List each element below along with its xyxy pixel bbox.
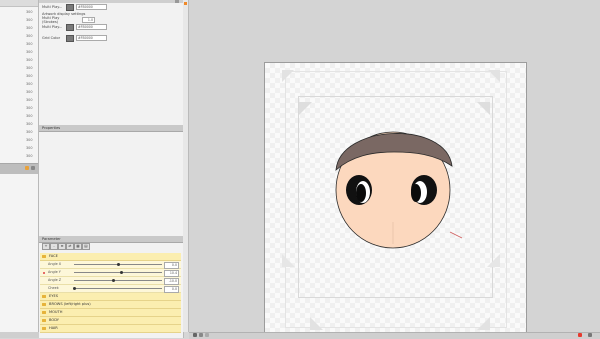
param-group[interactable]: BROWS (left/right plus)	[40, 301, 181, 309]
keyform-dot-icon[interactable]	[43, 271, 45, 274]
param-toolbar-button[interactable]: +	[42, 243, 50, 250]
param-value-field[interactable]: 10.4	[164, 270, 179, 277]
param-group[interactable]: BODY	[40, 317, 181, 325]
corner-handle-icon[interactable]	[299, 102, 312, 115]
left-pupil	[356, 184, 366, 202]
prop-label: Multi Play...	[42, 5, 63, 9]
group-label: BROWS (left/right plus)	[49, 302, 91, 306]
corner-handle-icon[interactable]	[282, 254, 295, 267]
param-name: Angle X	[48, 262, 62, 266]
color-swatch[interactable]	[66, 3, 74, 11]
param-slider-knob[interactable]	[116, 262, 120, 266]
number-field[interactable]: 1.0	[82, 16, 95, 24]
color-swatch[interactable]	[66, 23, 74, 31]
group-label: EYES	[49, 294, 59, 298]
folder-icon[interactable]	[25, 166, 29, 170]
folder-icon	[42, 294, 46, 298]
inspector-panel: Multi Play... #FB0000 Artwork display se…	[39, 0, 184, 125]
group-label: FACE	[49, 254, 58, 258]
prop-row: Grid Color #FB0000	[42, 34, 107, 42]
right-pupil	[411, 184, 421, 202]
inspector-header	[39, 0, 183, 3]
properties-panel-header: Properties	[39, 125, 183, 132]
color-field[interactable]: #FB0000	[76, 3, 107, 11]
param-slider-knob[interactable]	[72, 286, 76, 290]
grid-icon[interactable]	[199, 333, 203, 337]
prop-row: Multi Play (Strokes) 1.0	[42, 16, 95, 24]
panel-menu-icon[interactable]	[175, 0, 179, 3]
param-name: Cheek	[48, 286, 59, 290]
param-slider-track[interactable]	[74, 288, 162, 289]
corner-handle-icon[interactable]	[488, 70, 500, 82]
folder-icon	[42, 326, 46, 330]
param-row[interactable]: Angle Z -10.0	[40, 277, 181, 285]
param-group[interactable]: FACE	[40, 253, 181, 261]
param-toolbar-button[interactable]: ▤	[82, 243, 90, 250]
record-icon[interactable]	[578, 333, 582, 337]
param-value-field[interactable]: 0.0	[164, 286, 179, 293]
param-group[interactable]: HAIR	[40, 325, 181, 333]
panel-title: Properties	[42, 126, 61, 130]
param-group[interactable]: MOUTH	[40, 309, 181, 317]
param-toolbar-button[interactable]: ▦	[74, 243, 82, 250]
param-row[interactable]: Angle X 0.0	[40, 261, 181, 269]
folder-icon	[42, 310, 46, 314]
scroll-marker[interactable]	[184, 2, 187, 5]
param-toolbar-button[interactable]: ⇄	[66, 243, 74, 250]
param-slider-track[interactable]	[74, 280, 162, 281]
param-group[interactable]: EYES	[40, 293, 181, 301]
corner-handle-icon[interactable]	[477, 102, 490, 115]
view-icon[interactable]	[205, 333, 209, 337]
param-row[interactable]: Angle Y 10.4	[40, 269, 181, 277]
group-label: HAIR	[49, 326, 58, 330]
color-swatch[interactable]	[66, 34, 74, 42]
param-toolbar-button[interactable]: -	[50, 243, 58, 250]
prop-row: Multi Play... #FB0000	[42, 3, 107, 11]
settings-icon[interactable]	[193, 333, 197, 337]
corner-handle-icon[interactable]	[477, 317, 490, 330]
deformer-list-toolbar	[0, 163, 38, 174]
folder-icon	[42, 302, 46, 306]
corner-handle-icon[interactable]	[487, 254, 500, 267]
param-slider-track[interactable]	[74, 272, 162, 273]
left-status-bar	[0, 332, 39, 338]
folder-icon	[42, 254, 46, 258]
param-slider-knob[interactable]	[112, 278, 116, 282]
group-label: BODY	[49, 318, 59, 322]
trash-icon[interactable]	[31, 166, 35, 170]
color-field[interactable]: #FB0000	[76, 23, 107, 31]
param-value-field[interactable]: 0.0	[164, 262, 179, 269]
prop-label: Multi Play...	[42, 25, 63, 29]
parameter-panel-header: Parameter	[39, 236, 183, 243]
corner-handle-icon[interactable]	[282, 70, 294, 82]
param-value-field[interactable]: -10.0	[164, 278, 179, 285]
param-slider-knob[interactable]	[120, 270, 124, 274]
prop-label: Grid Color	[42, 36, 61, 40]
panel-title: Parameter	[42, 237, 61, 241]
corner-handle-icon[interactable]	[310, 317, 323, 330]
zoom-icon[interactable]	[588, 333, 592, 337]
deformer-list-header	[0, 0, 38, 7]
param-toolbar-button[interactable]: ≡	[58, 243, 66, 250]
prop-row: Multi Play... #FB0000	[42, 23, 107, 31]
group-label: MOUTH	[49, 310, 63, 314]
mesh-point[interactable]	[449, 231, 463, 239]
param-row[interactable]: Cheek 0.0	[40, 285, 181, 293]
character-face[interactable]	[264, 62, 525, 332]
properties-panel	[39, 132, 184, 236]
param-name: Angle Y	[48, 270, 61, 274]
folder-icon	[42, 318, 46, 322]
param-name: Angle Z	[48, 278, 62, 282]
color-field[interactable]: #FB0000	[76, 34, 107, 42]
prop-label: Multi Play (Strokes)	[42, 16, 60, 24]
